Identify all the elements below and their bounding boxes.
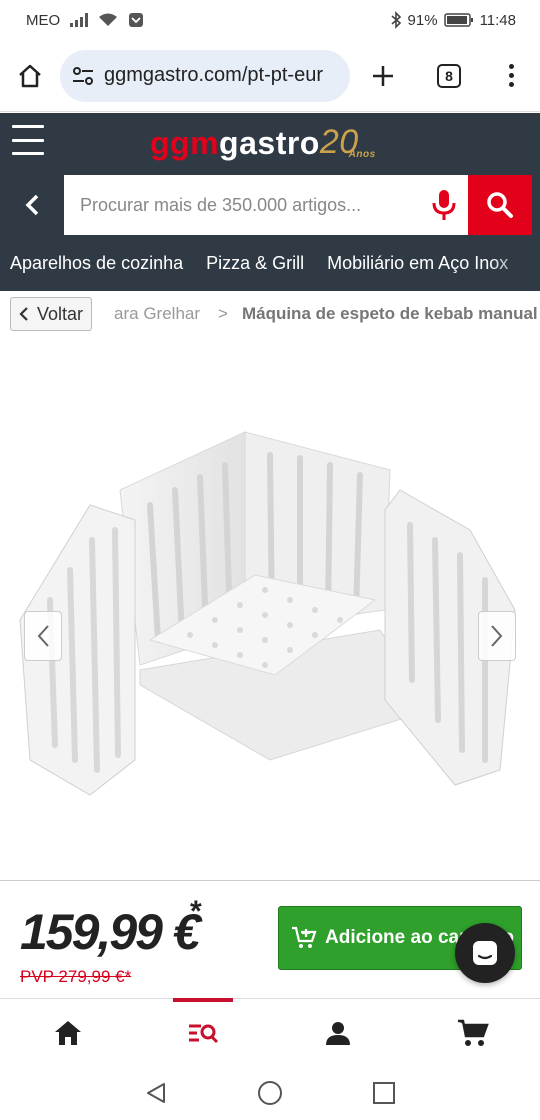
product-price: 159,99 €: [20, 904, 201, 960]
system-navigation-bar: [0, 1066, 540, 1120]
gallery-next-button[interactable]: [478, 611, 516, 661]
chevron-right-icon: [491, 625, 503, 647]
category-fade: [490, 236, 540, 291]
chevron-left-icon: [19, 307, 28, 321]
status-bar: MEO 91% 11:48: [0, 0, 540, 40]
microphone-icon[interactable]: [432, 189, 456, 221]
home-icon: [54, 1021, 81, 1045]
battery-icon: [443, 13, 473, 27]
url-text: ggmgastro.com/pt-pt-eur: [104, 64, 323, 86]
search-icon: [487, 192, 513, 218]
home-icon: [19, 64, 41, 87]
clock: 11:48: [479, 11, 516, 29]
more-vert-icon: [508, 64, 514, 69]
kebab-skewer-machine-image: [19, 431, 516, 796]
carrier-label: MEO: [26, 11, 61, 29]
chat-icon: [473, 941, 497, 965]
category-link[interactable]: Aparelhos de cozinha: [0, 253, 196, 274]
system-home-icon[interactable]: [257, 1080, 283, 1106]
new-tab-icon: [373, 65, 393, 86]
cart-icon: [457, 1019, 489, 1046]
wifi-icon: [99, 13, 118, 26]
system-back-icon[interactable]: [144, 1081, 168, 1105]
hamburger-menu-icon[interactable]: [12, 125, 44, 155]
site-logo[interactable]: ggm gastro 20 Anos: [150, 123, 376, 162]
bottom-navigation: [0, 998, 540, 1066]
rrp-price: PVP 279,99 €*: [20, 967, 132, 986]
tab-switcher-button[interactable]: 8: [416, 40, 482, 112]
price-footnote-marker: *: [190, 895, 202, 928]
bluetooth-icon: [391, 11, 401, 29]
back-button[interactable]: Voltar: [10, 297, 93, 331]
search-list-icon: [188, 1024, 218, 1044]
chevron-left-icon: [37, 625, 49, 647]
product-gallery[interactable]: [0, 340, 540, 880]
site-header: ggm gastro 20 Anos Aparelhos de cozinha …: [0, 113, 540, 291]
chat-button[interactable]: [455, 923, 515, 983]
site-settings-icon[interactable]: [72, 66, 94, 86]
nav-search-categories[interactable]: [135, 998, 270, 1067]
chevron-left-icon: [25, 194, 39, 216]
gallery-prev-button[interactable]: [24, 611, 62, 661]
add-to-cart-icon: [292, 926, 317, 948]
search-button[interactable]: [468, 175, 532, 235]
browser-menu-button[interactable]: [482, 40, 540, 112]
system-recents-icon[interactable]: [372, 1081, 396, 1105]
breadcrumb: Voltar ara Grelhar > Máquina de espeto d…: [0, 291, 540, 337]
new-tab-button[interactable]: [350, 40, 416, 112]
nav-cart[interactable]: [405, 999, 540, 1067]
tab-count: 8: [437, 63, 461, 88]
back-button-label: Voltar: [37, 303, 84, 324]
address-bar[interactable]: ggmgastro.com/pt-pt-eur: [60, 49, 350, 102]
notification-icon: [129, 13, 144, 27]
search-input[interactable]: [64, 175, 468, 235]
battery-percent: 91%: [407, 11, 438, 29]
header-back-button[interactable]: [0, 175, 64, 235]
nav-account[interactable]: [270, 999, 405, 1067]
nav-home[interactable]: [0, 999, 135, 1067]
category-nav: Aparelhos de cozinha Pizza & Grill Mobil…: [0, 236, 540, 291]
signal-icon: [70, 13, 89, 27]
breadcrumb-link[interactable]: ara Grelhar: [114, 304, 200, 324]
account-icon: [325, 1022, 350, 1045]
category-link[interactable]: Pizza & Grill: [196, 253, 317, 274]
browser-toolbar: ggmgastro.com/pt-pt-eur 8: [0, 40, 540, 112]
browser-home-button[interactable]: [0, 40, 60, 112]
breadcrumb-current: Máquina de espeto de kebab manual: [241, 304, 538, 323]
breadcrumb-separator: >: [218, 304, 228, 323]
